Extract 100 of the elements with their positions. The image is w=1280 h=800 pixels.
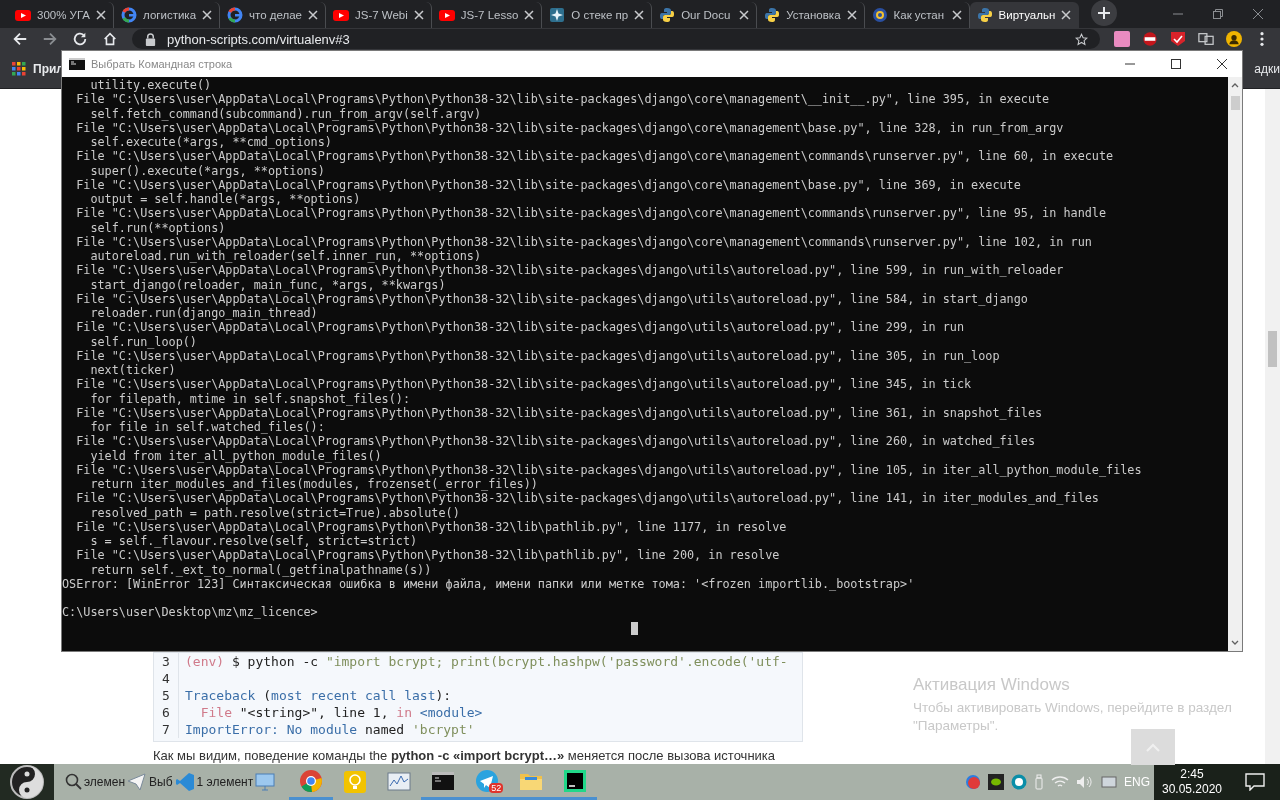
console-line: start_django(reloader, main_func, *args, **kwargs) [89, 277, 447, 292]
back-icon[interactable] [12, 31, 28, 47]
taskbar-label: 1 элемент [196, 775, 254, 789]
star-icon[interactable] [1075, 32, 1088, 46]
taskbar-app[interactable]: 52 [465, 764, 510, 800]
search-icon[interactable] [64, 772, 82, 792]
console-line: yield from iter_all_python_module_files() [89, 448, 383, 463]
text-cursor [631, 621, 638, 635]
code-line: ImportError: No module named 'bcrypt' [184, 721, 475, 738]
console-line: File "C:\Users\user\AppData\Local\Programs\Python\Python38-32\lib\site-packages\django\utils\autoreload.py", line 361, in snapshot_files [75, 405, 1044, 420]
tab-title: логистика [143, 9, 197, 21]
console-line: self.run_loop() [89, 334, 198, 349]
tab-title: О стеке пр [571, 9, 629, 21]
shield-icon[interactable] [1170, 31, 1186, 47]
console-line: for file in self.watched_files(): [89, 420, 326, 435]
message-icon [1245, 773, 1265, 791]
line-number: 3 [154, 653, 179, 670]
taskbar-label: элемен [84, 775, 126, 789]
stop-sign-icon[interactable] [1142, 31, 1158, 47]
shield-e-icon[interactable] [1011, 774, 1027, 790]
console-line: self.run(**options) [89, 220, 227, 235]
line-number: 6 [154, 704, 179, 721]
chart-window-icon [387, 770, 412, 794]
maximize-icon[interactable] [1170, 58, 1182, 70]
tab-title: Как устан [893, 9, 946, 21]
line-number: 4 [154, 670, 179, 687]
scrollbar[interactable] [1265, 89, 1280, 764]
python-icon [764, 7, 781, 23]
count-badge: 52 [489, 783, 504, 793]
clock[interactable]: 2:45 30.05.2020 [1154, 764, 1230, 800]
console-line: File "C:\Users\user\AppData\Local\Programs\Python\Python38-32\lib\site-packages\django\utils\autoreload.py", line 345, in tick [75, 377, 973, 392]
console-line: File "C:\Users\user\AppData\Local\Programs\Python\Python38-32\lib\site-packages\django\core\management\commands\runserver.py", line 95, in handle [75, 206, 1108, 221]
other-bookmarks[interactable]: адки [1254, 62, 1280, 76]
console-line: s = self._flavour.resolve(self, strict=strict) [89, 534, 419, 549]
console-line: utility.execute() [89, 78, 213, 93]
console-line: File "C:\Users\user\AppData\Local\Programs\Python\Python38-32\lib\site-packages\django\core\management\commands\runserver.py", line 60, in execute [75, 149, 1115, 164]
youtube-icon [15, 7, 31, 23]
close-icon[interactable] [1216, 58, 1228, 70]
address-bar[interactable]: python-scripts.com/virtualenv#3 [132, 29, 1100, 49]
start-button[interactable] [0, 764, 54, 800]
console-line: File "C:\Users\user\AppData\Local\Programs\Python\Python38-32\lib\pathlib.py", line 1177, in resolve [75, 519, 788, 534]
google-icon [227, 7, 244, 23]
scroll-thumb[interactable] [1268, 331, 1277, 367]
new-tab-button[interactable] [1091, 0, 1118, 26]
restore-icon[interactable] [1212, 8, 1224, 20]
window-title: Выбрать Командная строка [91, 58, 233, 70]
globe-icon [871, 7, 888, 23]
pycharm-icon [563, 768, 588, 793]
console-line: File "C:\Users\user\AppData\Local\Programs\Python\Python38-32\lib\site-packages\django\utils\autoreload.py", line 299, in run [75, 320, 965, 335]
command-prompt: C:\Users\user\Desktop\mz\mz_licence> [62, 605, 319, 620]
tab-title: 300% УГА [37, 9, 91, 21]
tab-title: JS-7 Lesso [460, 9, 519, 21]
scroll-down-icon[interactable] [1231, 640, 1239, 646]
console-line: File "C:\Users\user\AppData\Local\Programs\Python\Python38-32\lib\site-packages\django\utils\autoreload.py", line 305, in run_loop [75, 348, 1001, 363]
tab-title: что делае [249, 9, 302, 21]
youtube-icon [333, 7, 349, 23]
console-line: File "C:\Users\user\AppData\Local\Programs\Python\Python38-32\lib\site-packages\django\utils\autoreload.py", line 260, in watched_files [75, 434, 1037, 449]
line-number: 5 [154, 687, 179, 704]
paper-plane-icon [475, 768, 500, 793]
browser-tab[interactable]: Виртуальн [969, 2, 1080, 28]
code-line: Traceback (most recent call last): [184, 687, 452, 704]
google-icon [121, 7, 138, 23]
forward-icon[interactable] [42, 31, 58, 47]
yin-yang-icon [10, 765, 44, 799]
console-line: File "C:\Users\user\AppData\Local\Programs\Python\Python38-32\lib\site-packages\django\utils\autoreload.py", line 105, in iter_all_python_module_files [75, 462, 1143, 477]
console-line: File "C:\Users\user\AppData\Local\Programs\Python\Python38-32\lib\site-packages\django\utils\autoreload.py", line 599, in run_with_reloader [75, 263, 1065, 278]
scrollbar[interactable] [1228, 77, 1242, 651]
paper-plane-icon[interactable] [127, 772, 148, 792]
console-line: File "C:\Users\user\AppData\Local\Programs\Python\Python38-32\lib\site-packages\django\core\management\commands\runserver.py", line 102, in run [75, 234, 1093, 249]
console-line: output = self.handle(*args, **options) [89, 192, 362, 207]
console-line: File "C:\Users\user\AppData\Local\Programs\Python\Python38-32\lib\site-packages\django\utils\autoreload.py", line 584, in start_django [75, 291, 1029, 306]
console-line: File "C:\Users\user\AppData\Local\Programs\Python\Python38-32\lib\site-packages\django\core\management\base.py", line 328, in run_from_argv [75, 120, 1065, 135]
console-line: OSError: [WinError 123] Синтаксическая ошибка в имени файла, имени папки или метке тома: '<frozen importlib._bootstrap>' [62, 576, 916, 591]
reload-icon[interactable] [72, 31, 88, 47]
scroll-thumb[interactable] [1230, 96, 1240, 110]
console-line: super().execute(*args, **options) [89, 163, 326, 178]
console-line: reloader.run(django_main_thread) [89, 306, 319, 321]
console-icon [69, 58, 85, 70]
home-icon[interactable] [102, 31, 118, 47]
python-icon [976, 7, 993, 23]
console-line: return iter_modules_and_files(modules, frozenset(_error_files)) [89, 477, 539, 492]
graphics-card-icon[interactable] [988, 774, 1004, 790]
console-line: for filepath, mtime in self.snapshot_files(): [89, 391, 411, 406]
lightbulb-icon [343, 770, 368, 794]
line-number: 7 [154, 721, 179, 738]
plus-icon [1097, 6, 1112, 20]
translate-icon[interactable] [1198, 31, 1214, 47]
avatar-icon[interactable] [1226, 31, 1242, 47]
chrome-icon [299, 768, 324, 793]
python-icon [659, 7, 676, 23]
console-line: File "C:\Users\user\AppData\Local\Programs\Python\Python38-32\lib\pathlib.py", line 200, in resolve [75, 548, 781, 563]
console-line: File "C:\Users\user\AppData\Local\Programs\Python\Python38-32\lib\site-packages\django\utils\autoreload.py", line 141, in iter_modules_and_files [75, 491, 1100, 506]
console-line: next(ticker) [89, 363, 177, 378]
paragraph: Как мы видим, поведение команды the python -c «import bcrypt…» меняется после вызова источника [153, 748, 777, 764]
code-line: (env) $ python -c "import bcrypt; print(bcrypt.hashpw('password'.encode('utf- [184, 653, 788, 670]
notifications-button[interactable] [1230, 764, 1280, 800]
youtube-icon [438, 7, 455, 23]
scroll-up-icon[interactable] [1231, 82, 1239, 88]
lock-icon [144, 32, 157, 46]
tab-title: Our Docu [681, 9, 732, 21]
